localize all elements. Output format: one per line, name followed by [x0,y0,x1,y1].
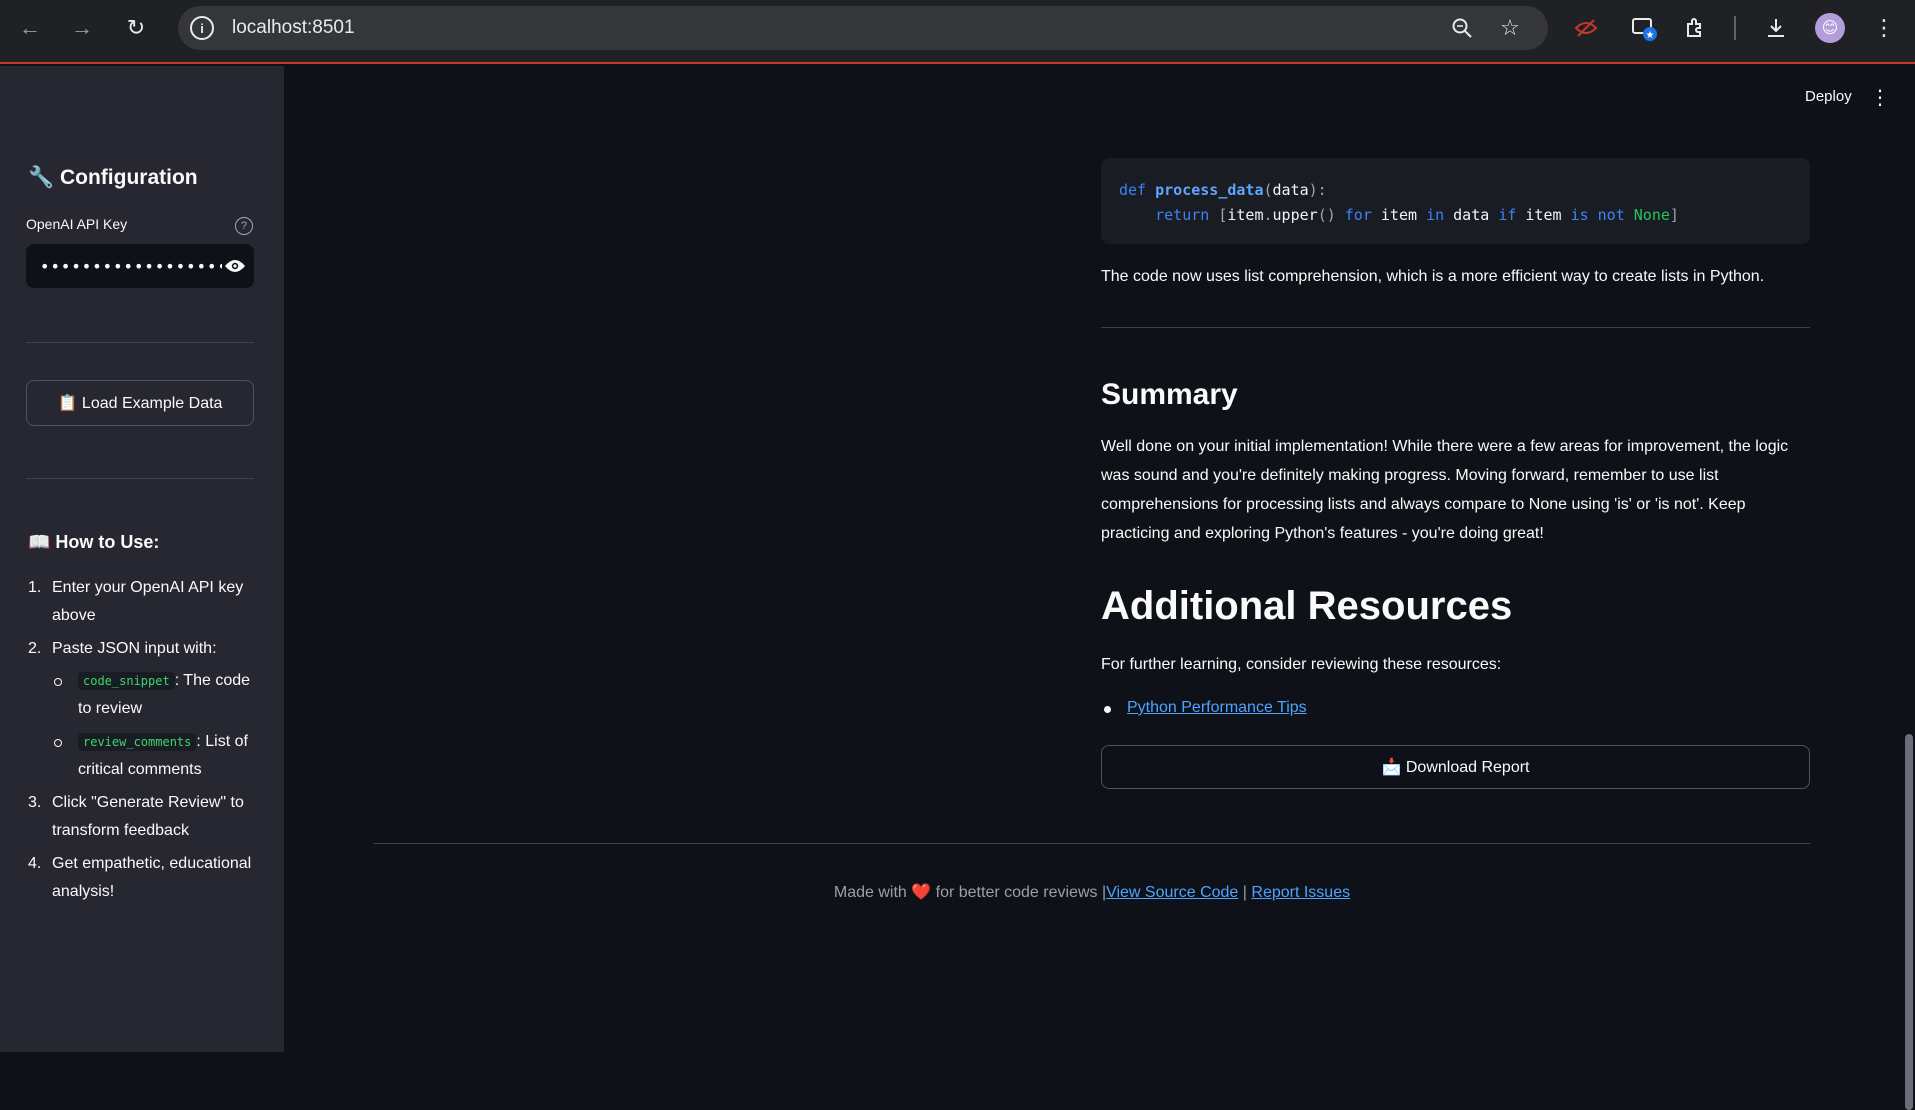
api-key-field[interactable] [26,244,254,288]
browser-menu-icon[interactable]: ⋮ [1868,12,1900,44]
resources-heading: Additional Resources [1101,584,1513,628]
bullet-dot [1104,706,1111,713]
address-bar[interactable]: i localhost:8501 ☆ [178,6,1548,50]
api-key-label: OpenAI API Key [26,216,128,232]
site-info-icon[interactable]: i [190,16,214,40]
step-number: 4. [28,855,42,872]
cast-extension-icon[interactable]: ★ [1628,12,1660,44]
code-token: data [1453,206,1490,224]
zoom-icon[interactable] [1448,14,1476,42]
help-icon[interactable]: ? [235,217,253,235]
bullet-circle [54,678,62,686]
code-token: item [1227,206,1264,224]
extensions-puzzle-icon[interactable] [1680,12,1712,44]
url-text[interactable]: localhost:8501 [232,17,355,39]
resources-intro: For further learning, consider reviewing… [1101,656,1502,673]
footer-text: for better code reviews | [935,884,1107,901]
heart-icon: ❤️ [911,884,932,901]
forward-icon[interactable]: → [66,12,98,44]
footer-text: Made with [833,884,907,901]
inline-code: code_snippet [78,672,175,690]
list-item: 4. Get empathetic, educational analysis! [28,850,264,906]
api-key-input[interactable] [26,244,222,288]
deploy-button[interactable]: Deploy [1805,88,1852,105]
sidebar-title: 🔧 Configuration [28,166,198,189]
code-token: if [1498,206,1517,224]
download-icon[interactable] [1760,12,1792,44]
code-token: () [1317,206,1336,224]
toolbar-divider [1734,16,1736,40]
step-text: Paste JSON input with: [52,640,217,657]
step-number: 2. [28,640,42,657]
load-example-button[interactable]: 📋 Load Example Data [26,380,254,426]
reload-icon[interactable]: ↻ [120,12,152,44]
code-token: upper [1272,206,1318,224]
code-token: data [1272,181,1309,199]
app-menu-icon[interactable]: ⋮ [1870,86,1890,109]
step-text: Get empathetic, educational analysis! [52,855,252,900]
code-token: ] [1669,206,1679,224]
eye-slash-extension-icon[interactable] [1570,12,1602,44]
how-to-list: 1. Enter your OpenAI API key above 2. Past… [28,574,264,911]
how-to-title: 📖 How to Use: [28,532,160,552]
summary-text: Well done on your initial implementation… [1101,438,1789,542]
footer-divider [374,843,1810,844]
code-token: . [1263,206,1273,224]
profile-avatar[interactable]: 😊 [1815,13,1845,43]
svg-text:★: ★ [1646,30,1655,41]
code-token: item [1380,206,1418,224]
footer-separator: | [1242,884,1247,901]
list-item: 2. Paste JSON input with: code_snippet: T… [28,635,264,784]
code-token: item [1525,206,1562,224]
inline-code: review_comments [78,733,197,751]
code-token: ( [1263,181,1273,199]
code-block: def process_data(data): return [item.upp… [1101,158,1810,244]
code-token: def [1119,181,1147,199]
bookmark-star-icon[interactable]: ☆ [1496,14,1524,42]
scrollbar[interactable] [1903,66,1915,1110]
code-token: process_data [1155,181,1264,199]
step-number: 1. [28,579,42,596]
view-source-link[interactable]: View Source Code [1106,884,1238,901]
scrollbar-thumb[interactable] [1905,734,1913,1110]
step-text: Click "Generate Review" to transform fee… [52,794,244,839]
report-issues-link[interactable]: Report Issues [1251,884,1350,901]
summary-heading: Summary [1101,378,1238,411]
section-divider [1101,327,1810,328]
step-number: 3. [28,794,42,811]
download-report-button[interactable]: 📩 Download Report [1101,745,1810,789]
code-token: None [1633,206,1670,224]
bullet-circle [54,739,62,747]
code-token: in [1426,206,1445,224]
browser-toolbar: ← → ↻ i localhost:8501 ☆ ★ 😊 ⋮ [0,0,1915,64]
code-token: not [1597,206,1625,224]
resource-link[interactable]: Python Performance Tips [1127,699,1307,717]
list-item: code_snippet: The code to review [52,667,264,723]
step-text: Enter your OpenAI API key above [52,579,244,624]
show-password-icon[interactable] [222,254,248,278]
back-icon[interactable]: ← [14,12,46,44]
code-token: for [1344,206,1372,224]
sub-list: code_snippet: The code to review review_… [52,667,264,784]
list-item: 3. Click "Generate Review" to transform f… [28,789,264,845]
list-item: review_comments: List of critical commen… [52,728,264,784]
sidebar: 🔧 Configuration OpenAI API Key ? 📋 Load … [0,66,284,1052]
code-token: is [1570,206,1589,224]
code-token: ): [1308,181,1327,199]
code-token: return [1155,206,1210,224]
sidebar-divider [26,342,254,343]
list-item: 1. Enter your OpenAI API key above [28,574,264,630]
footer: Made with ❤️ for better code reviews |Vi… [374,882,1810,902]
sidebar-divider [26,478,254,479]
code-note: The code now uses list comprehension, wh… [1101,268,1765,285]
